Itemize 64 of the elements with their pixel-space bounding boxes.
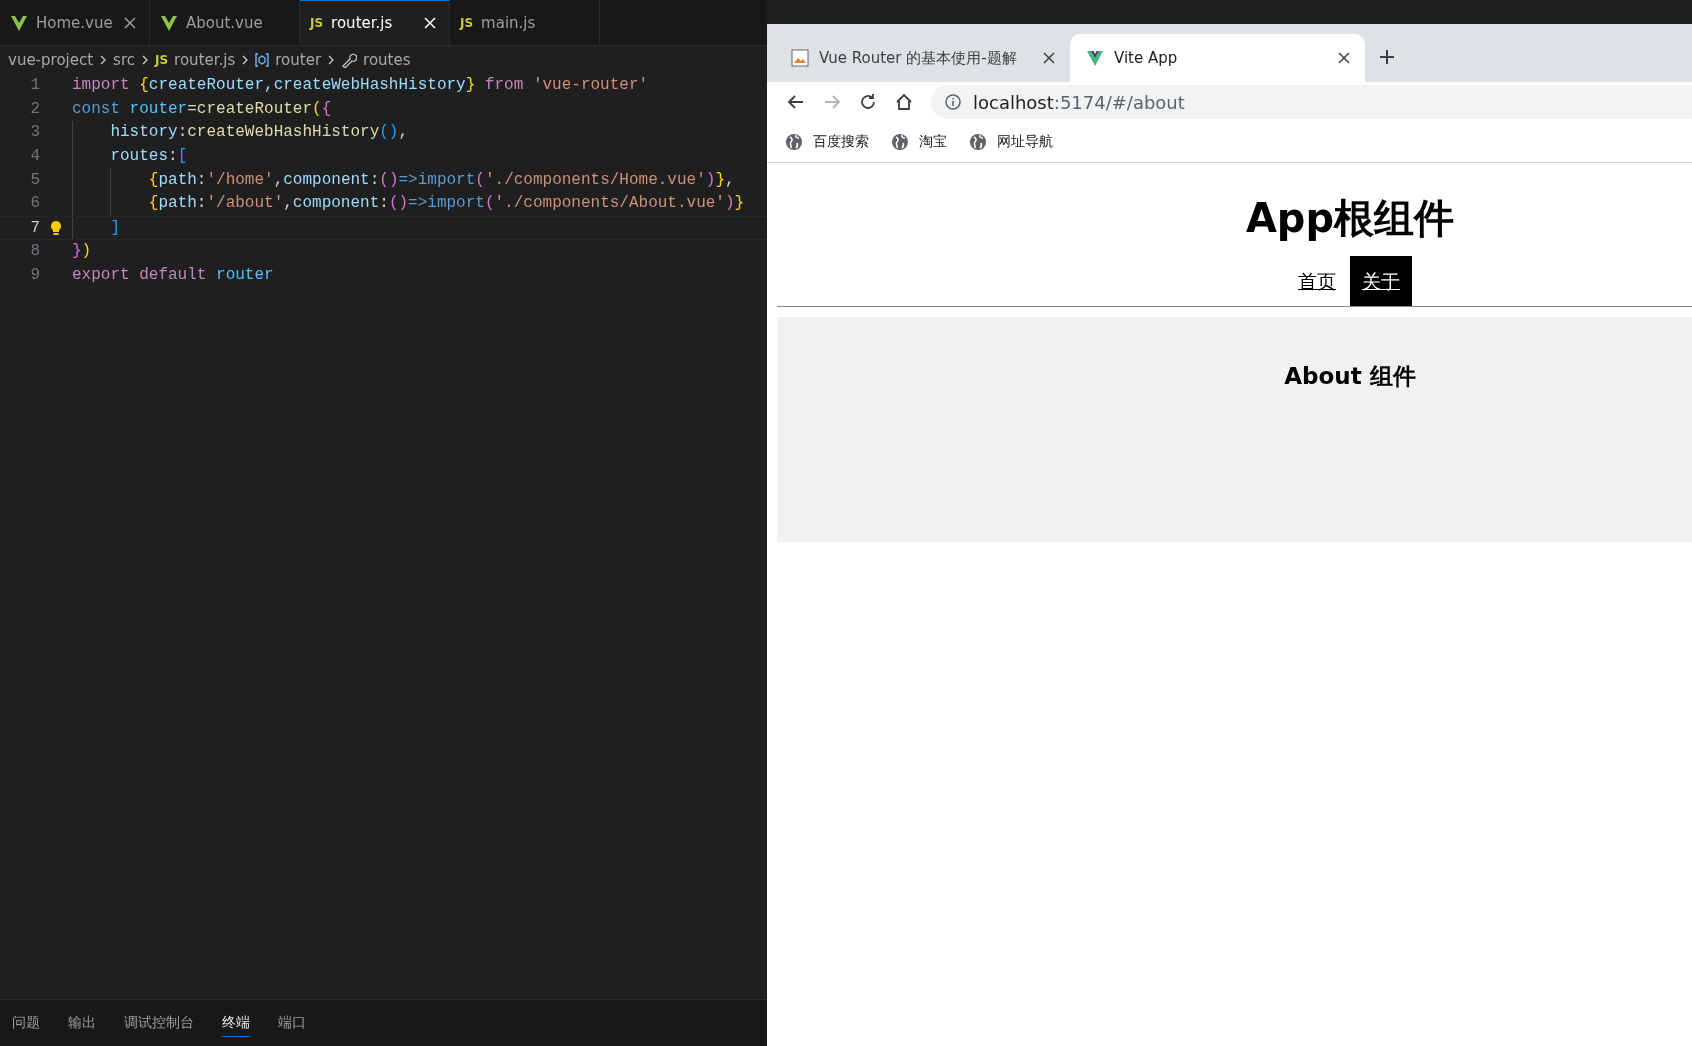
address-bar[interactable]: localhost:5174/#/about [931,85,1692,119]
line-number: 7 [29,218,40,239]
home-icon [895,93,913,111]
line-number: 5 [29,169,40,191]
globe-icon [969,133,987,151]
code-line: routes:[ [109,146,188,168]
panel-tab[interactable]: 问题 [12,1009,40,1037]
globe-icon [891,133,909,151]
browser-tab[interactable]: Vue Router 的基本使用-题解 [775,34,1070,82]
globe-icon [785,133,803,151]
panel-tab[interactable]: 端口 [278,1009,306,1037]
nav-link[interactable]: 关于 [1350,256,1412,306]
chevron-icon [99,54,108,66]
close-icon[interactable] [123,16,137,30]
close-icon [1337,51,1351,65]
line-number: 3 [29,122,40,144]
bookmark[interactable]: 淘宝 [891,133,947,151]
back-icon [787,93,805,111]
info-icon [945,94,961,110]
variable-icon [255,53,270,67]
js-file-icon: JS [460,16,474,30]
nav-link[interactable]: 首页 [1298,256,1336,306]
bookmark[interactable]: 网址导航 [969,133,1053,151]
panel-tab[interactable]: 终端 [222,1009,250,1037]
view-heading: About 组件 [1283,362,1417,391]
line-number: 6 [29,193,40,215]
page-heading: App根组件 [1244,194,1456,243]
code-line: }) [72,240,92,262]
line-number: 9 [29,264,40,286]
vue-logo-icon [1086,49,1104,67]
code-line: {path:'/about',component:()=>import('./components/About.vue')} [147,193,745,215]
breadcrumb-item[interactable]: router [275,51,322,69]
wrench-icon [341,52,358,68]
line-number: 4 [29,146,40,168]
forward-icon [823,93,841,111]
panel-tab[interactable]: 调试控制台 [124,1009,194,1037]
reload-icon [859,93,877,111]
breadcrumb-item[interactable]: src [113,51,135,69]
code-line: import {createRouter,createWebHashHistory} from 'vue-router' [72,75,649,96]
vue-file-icon [160,14,178,32]
code-line: history:createWebHashHistory(), [109,122,409,144]
line-number: 2 [29,98,40,120]
chevron-icon [141,54,149,66]
new-tab-icon[interactable] [1379,49,1395,65]
js-file-icon: JS [155,53,169,67]
line-number: 8 [29,240,40,262]
code-line: {path:'/home',component:()=>import('./components/Home.vue')}, [147,169,735,191]
breadcrumb-item[interactable]: vue-project [8,51,94,69]
chevron-icon [327,54,336,66]
js-file-icon: JS [310,16,324,30]
close-icon [1042,51,1056,65]
code-line: export default router [72,264,274,286]
breadcrumb-item[interactable]: router.js [174,51,236,69]
image-icon [791,49,809,67]
code-line: const router=createRouter({ [72,98,332,120]
line-number: 1 [29,75,40,96]
vue-file-icon [10,14,28,32]
editor-tab[interactable]: JS router.js [300,0,450,45]
code-line: ] [109,218,120,239]
breadcrumb-item[interactable]: routes [363,51,411,69]
browser-tab[interactable]: Vite App [1070,34,1365,82]
panel-tab[interactable]: 输出 [68,1009,96,1037]
bookmark[interactable]: 百度搜索 [785,133,869,151]
chevron-icon [241,54,250,66]
